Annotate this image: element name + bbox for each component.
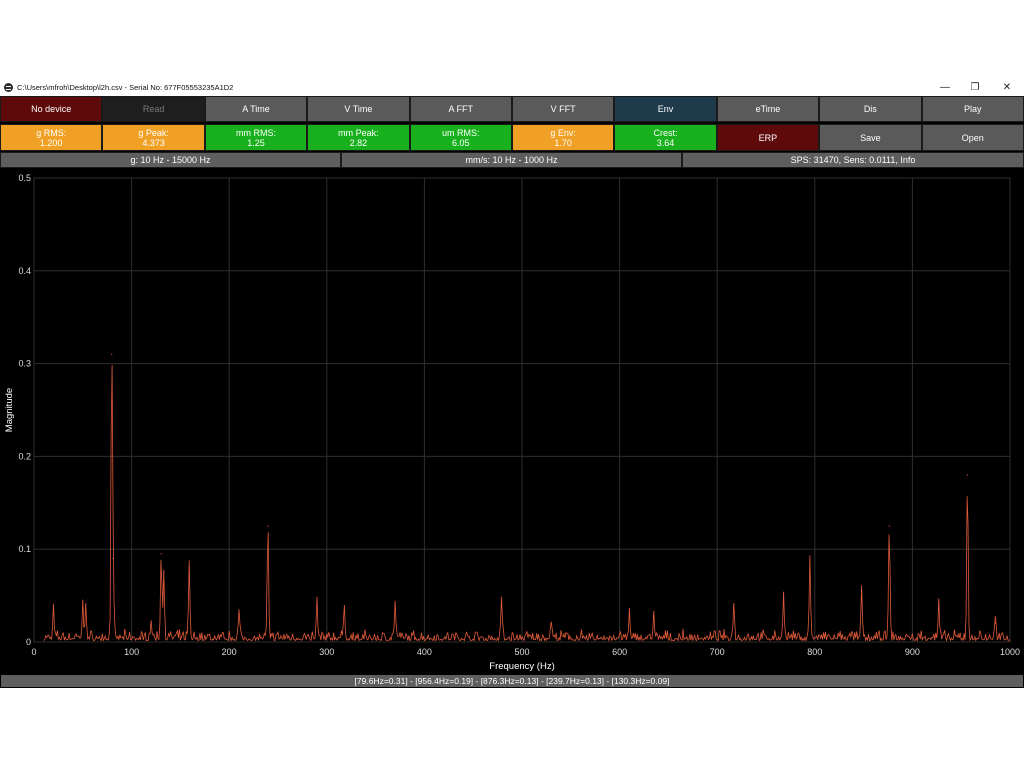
peak-point (163, 571, 165, 573)
peak-point (733, 604, 735, 606)
y-axis-label: Magnitude (4, 388, 15, 432)
spectrum-line (43, 364, 1011, 643)
open-button[interactable]: Open (921, 124, 1024, 151)
peak-point (628, 618, 630, 620)
mms-range-label[interactable]: mm/s: 10 Hz - 1000 Hz (341, 152, 682, 168)
a-time-button[interactable]: A Time (204, 96, 308, 122)
peak-point (653, 615, 655, 617)
x-tick-label: 400 (417, 647, 432, 657)
peak-point (938, 604, 940, 606)
erp-button[interactable]: ERP (716, 124, 820, 151)
minimize-icon[interactable]: — (930, 79, 960, 96)
env-button[interactable]: Env (614, 96, 717, 122)
peak-point (809, 559, 811, 561)
peak-point (394, 604, 396, 606)
peak-point (150, 622, 152, 625)
sps-info-label[interactable]: SPS: 31470, Sens: 0.0111, Info (682, 152, 1024, 168)
no-device-button[interactable]: No device (0, 96, 103, 122)
v-time-button[interactable]: V Time (307, 96, 410, 122)
peak-point (85, 604, 87, 606)
peak-list-bar: [79.6Hz=0.31] - [956.4Hz=0.19] - [876.3H… (1, 675, 1023, 687)
y-tick-label: 0.3 (18, 359, 31, 369)
y-tick-label: 0.2 (18, 451, 31, 461)
x-tick-label: 100 (124, 647, 139, 657)
peak-point (966, 474, 969, 476)
peak-point (52, 613, 55, 615)
v-fft-button[interactable]: V FFT (511, 96, 615, 122)
g-env-metric[interactable]: g Env: 1.70 (511, 124, 615, 151)
y-tick-label: 0.5 (18, 173, 31, 183)
restore-icon[interactable]: ❐ (960, 79, 990, 96)
peak-list-text: [79.6Hz=0.31] - [956.4Hz=0.19] - [876.3H… (354, 676, 670, 686)
x-tick-label: 0 (31, 647, 36, 657)
g-rms-metric[interactable]: g RMS: 1.200 (0, 124, 103, 151)
mm-peak-metric[interactable]: mm Peak: 2.82 (307, 124, 410, 151)
y-tick-label: 0.1 (18, 544, 31, 554)
g-peak-metric[interactable]: g Peak: 4.373 (102, 124, 205, 151)
x-tick-label: 700 (710, 647, 725, 657)
peak-point (267, 525, 269, 527)
title-bar: C:\Users\mfroh\Desktop\l2h.csv - Serial … (0, 79, 1024, 96)
um-rms-metric[interactable]: um RMS: 6.05 (409, 124, 512, 151)
peak-point (111, 353, 113, 355)
peak-point (861, 590, 863, 592)
metrics-toolbar: g RMS: 1.200 g Peak: 4.373 mm RMS: 1.25 mm … (0, 124, 1024, 151)
peak-point (82, 608, 84, 611)
peak-point (160, 553, 162, 555)
peak-point (112, 557, 114, 560)
crest-metric[interactable]: Crest: 3.64 (614, 124, 717, 151)
play-button[interactable]: Play (921, 96, 1024, 122)
x-tick-label: 600 (612, 647, 627, 657)
mm-rms-metric[interactable]: mm RMS: 1.25 (204, 124, 308, 151)
x-tick-label: 1000 (1000, 647, 1020, 657)
g-range-label[interactable]: g: 10 Hz - 15000 Hz (0, 152, 341, 168)
window-title: C:\Users\mfroh\Desktop\l2h.csv - Serial … (17, 83, 234, 92)
mode-toolbar: No device Read A Time V Time A FFT V FFT… (0, 96, 1024, 122)
x-tick-label: 200 (222, 647, 237, 657)
read-button[interactable]: Read (102, 96, 205, 122)
x-tick-label: 800 (807, 647, 822, 657)
y-tick-label: 0 (26, 637, 31, 647)
a-fft-button[interactable]: A FFT (409, 96, 512, 122)
envelope-spectrum-chart: 0 100 200 300 400 500 600 700 800 900 1000 0 0.1 0.2 0… (4, 173, 1020, 672)
peak-point (238, 613, 240, 615)
app-window: C:\Users\mfroh\Desktop\l2h.csv - Serial … (0, 79, 1024, 688)
peak-point (888, 525, 890, 527)
save-button[interactable]: Save (819, 124, 922, 151)
close-icon[interactable]: ✕ (992, 79, 1022, 96)
peak-point (188, 567, 190, 569)
peak-point (500, 599, 503, 601)
peak-point (316, 604, 318, 606)
peak-point (994, 622, 996, 625)
peak-point (550, 622, 552, 625)
filter-info-bar: g: 10 Hz - 15000 Hz mm/s: 10 Hz - 1000 H… (0, 152, 1024, 168)
x-axis-label: Frequency (Hz) (489, 661, 554, 672)
peak-point (782, 593, 785, 595)
app-icon (4, 83, 13, 92)
x-tick-label: 300 (319, 647, 334, 657)
dis-button[interactable]: Dis (819, 96, 922, 122)
peak-point (343, 608, 345, 611)
etime-button[interactable]: eTime (716, 96, 820, 122)
y-tick-label: 0.4 (18, 266, 31, 276)
x-tick-label: 500 (514, 647, 529, 657)
x-tick-label: 900 (905, 647, 920, 657)
